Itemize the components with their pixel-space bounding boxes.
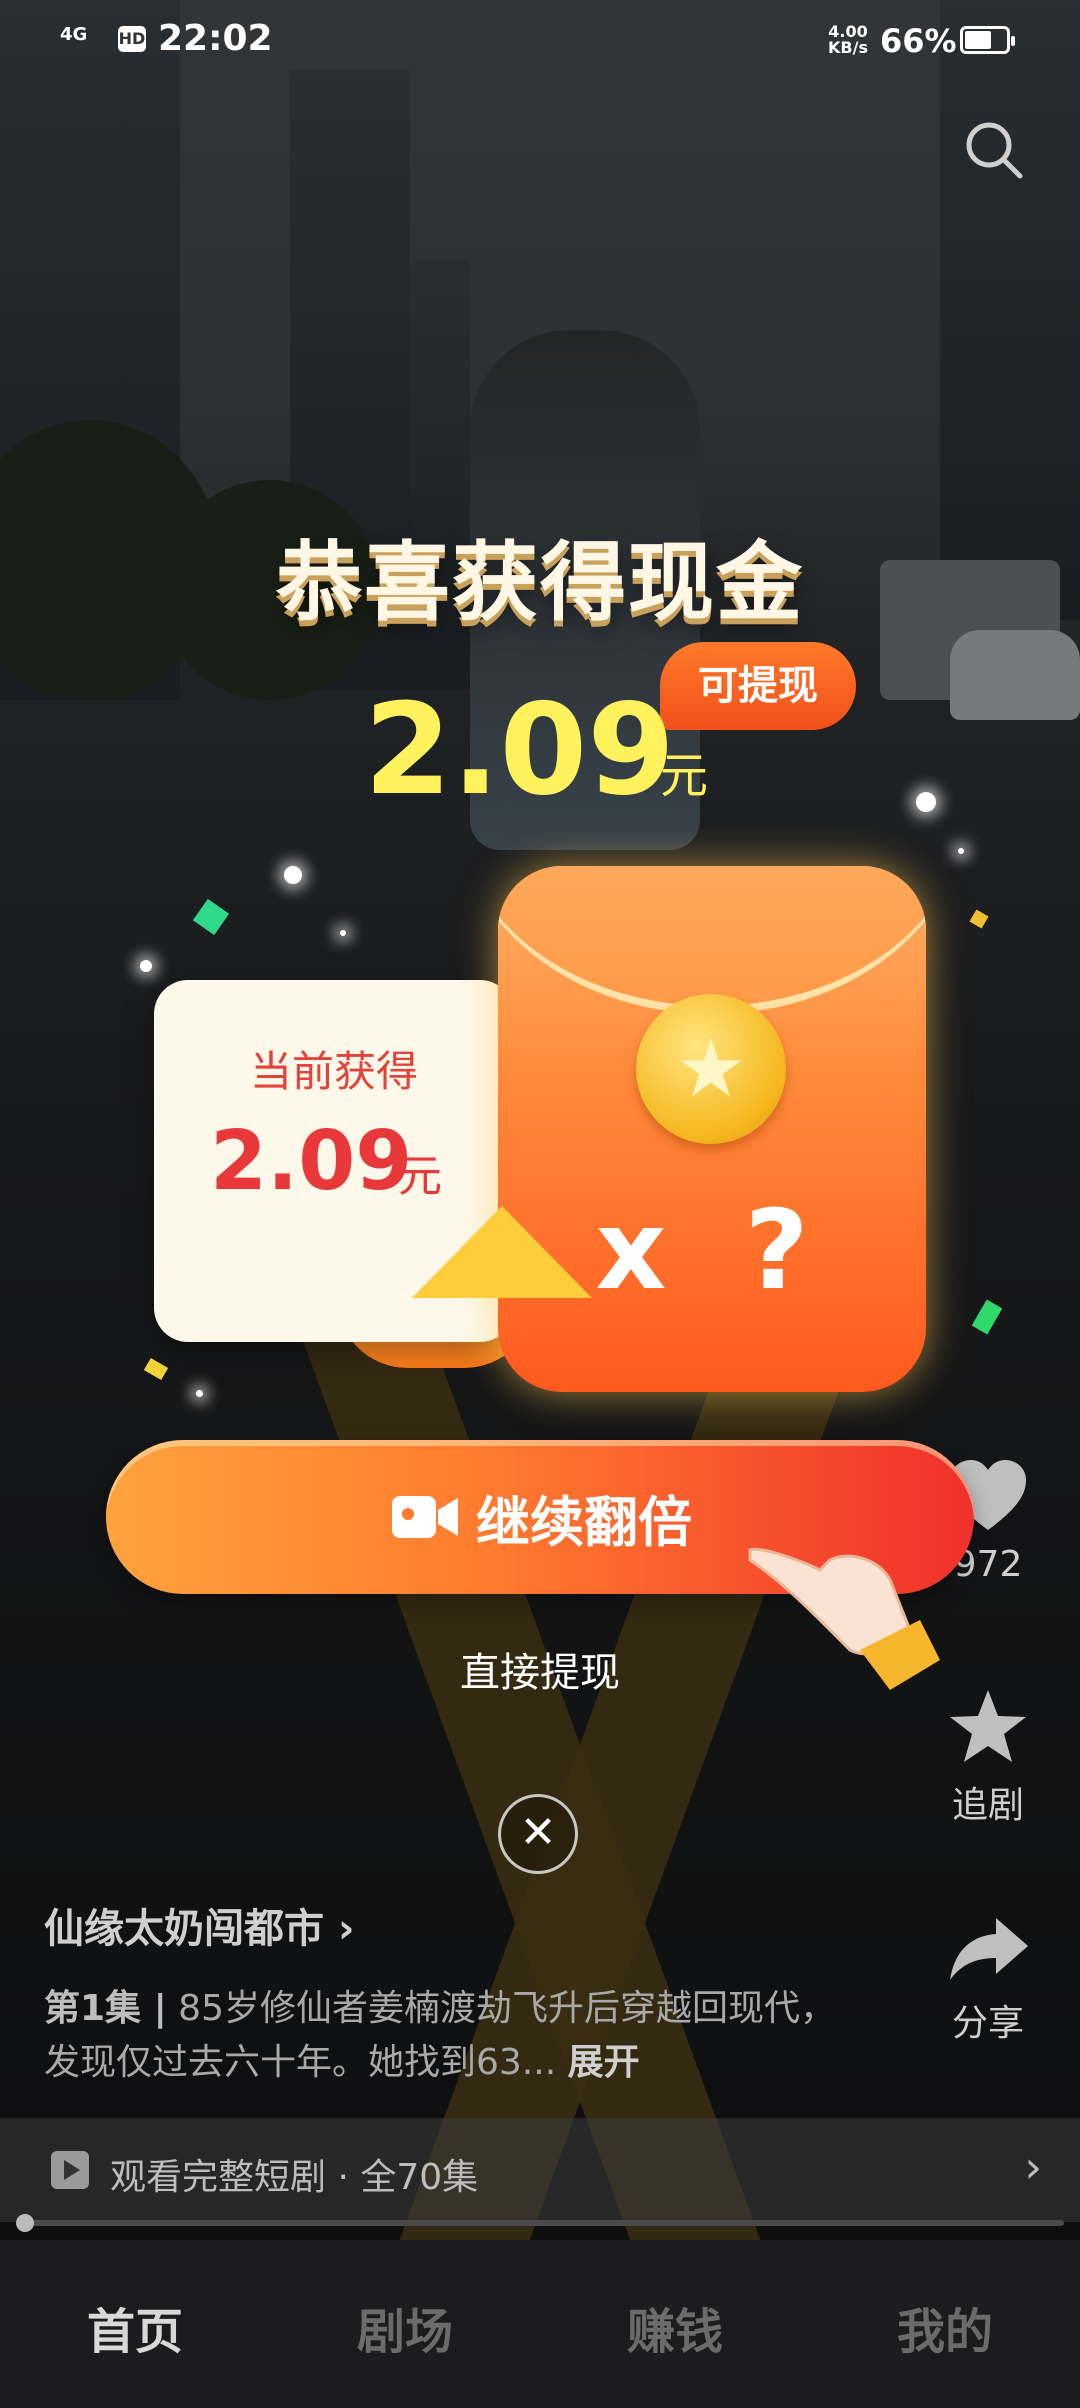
network-speed: 4.00 KB/s <box>828 24 868 56</box>
drama-title[interactable]: 仙缘太奶闯都市 › <box>44 1896 354 1954</box>
reward-title: 恭喜获得现金 <box>276 533 804 633</box>
full-series-bar[interactable]: 观看完整短剧 · 全70集 › <box>0 2118 1080 2222</box>
sparkle <box>340 930 346 936</box>
status-bar: 4G HD 22:02 4.00 KB/s 66% <box>0 0 1080 84</box>
follow-drama-button[interactable]: 追剧 <box>928 1688 1048 1828</box>
reward-amount-value: 2.09 <box>364 676 675 823</box>
reward-amount-unit: 元 <box>660 748 709 804</box>
full-series-text: 观看完整短剧 · 全70集 <box>110 2157 479 2198</box>
episode-label: 第1集 | <box>44 1988 167 2029</box>
envelope-flap <box>498 866 926 1014</box>
card-amount: 2.09 <box>210 1114 413 1209</box>
red-envelope: ★ x ? <box>498 866 926 1392</box>
search-icon[interactable] <box>962 118 1026 182</box>
network-speed-unit: KB/s <box>828 38 868 57</box>
share-label: 分享 <box>951 2003 1024 2044</box>
card-unit: 元 <box>398 1151 442 1202</box>
nav-theater[interactable]: 剧场 <box>270 2292 540 2362</box>
play-icon <box>51 2151 89 2189</box>
cta-label: 继续翻倍 <box>476 1491 692 1554</box>
sparkle <box>284 866 302 884</box>
battery-icon <box>960 26 1015 54</box>
video-camera-icon <box>392 1496 458 1538</box>
nav-profile[interactable]: 我的 <box>810 2292 1080 2362</box>
coin-star-icon: ★ <box>636 994 786 1144</box>
network-indicator: 4G <box>60 24 88 45</box>
follow-label: 追剧 <box>951 1785 1024 1826</box>
arrow-up-icon <box>412 1206 592 1298</box>
drama-description: 第1集 | 85岁修仙者姜楠渡劫飞升后穿越回现代，发现仅过去六十年。她找到63.… <box>44 1982 844 2090</box>
progress-knob[interactable] <box>16 2214 34 2232</box>
share-button[interactable]: 分享 <box>928 1914 1048 2046</box>
battery-percent: 66% <box>880 22 957 60</box>
bottom-nav: 首页 剧场 赚钱 我的 <box>0 2240 1080 2408</box>
battery-fill <box>965 31 992 49</box>
chevron-right-icon: › <box>1024 2142 1042 2193</box>
nav-home[interactable]: 首页 <box>0 2292 270 2362</box>
expand-link[interactable]: 展开 <box>568 2042 640 2083</box>
close-icon[interactable]: ✕ <box>498 1794 578 1874</box>
chevron-right-icon: › <box>337 1906 355 1952</box>
card-label: 当前获得 <box>249 1047 418 1096</box>
sparkle <box>140 960 152 972</box>
direct-withdraw-link[interactable]: 直接提现 <box>0 1640 1080 1698</box>
hd-badge: HD <box>118 26 146 52</box>
sparkle <box>196 1390 203 1397</box>
star-icon <box>950 1690 1026 1762</box>
drama-title-text: 仙缘太奶闯都市 <box>44 1906 324 1952</box>
sparkle <box>958 848 964 854</box>
share-icon <box>950 1918 1028 1980</box>
nav-earn[interactable]: 赚钱 <box>540 2292 810 2362</box>
sparkle <box>916 792 936 812</box>
clock: 22:02 <box>158 18 273 59</box>
video-progress-bar[interactable] <box>16 2214 1064 2232</box>
